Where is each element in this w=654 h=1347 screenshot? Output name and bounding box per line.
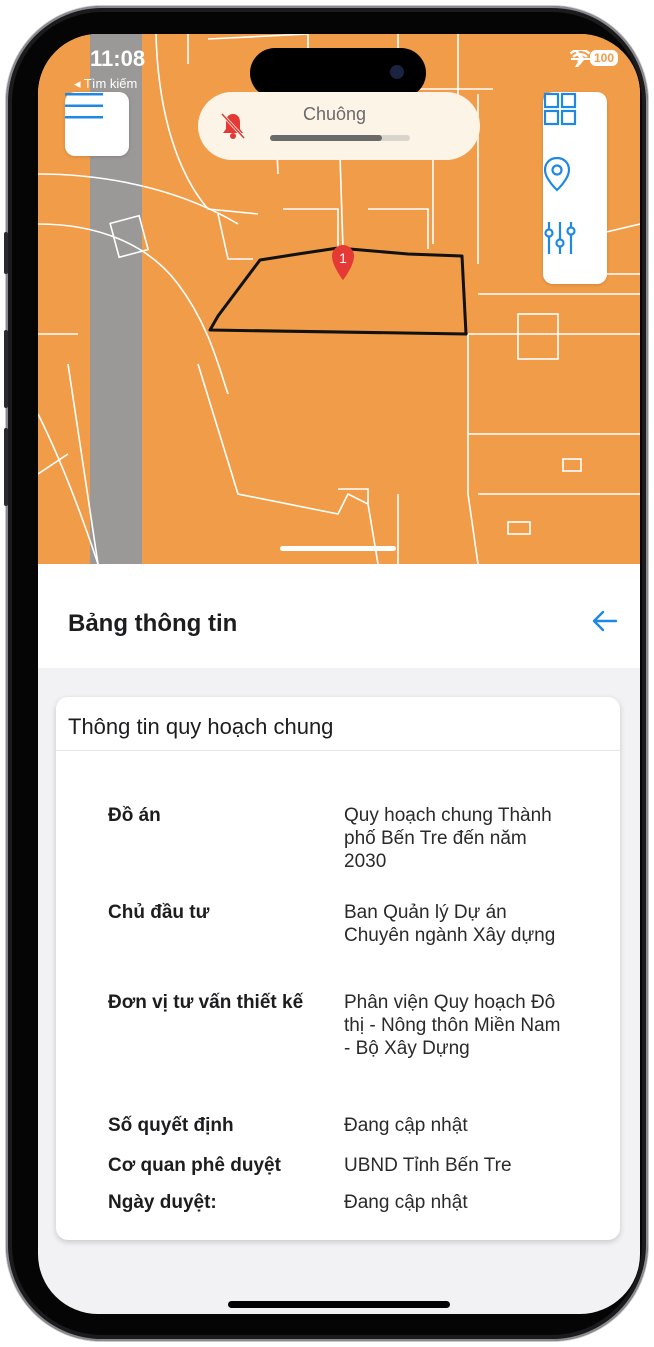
map-marker[interactable]: 1 (332, 245, 354, 280)
info-row-so-quyet-dinh: Số quyết định Đang cập nhật (108, 1114, 608, 1137)
grid-icon (543, 92, 577, 126)
info-label: Số quyết định (108, 1115, 234, 1136)
info-label: Đơn vị tư vấn thiết kế (108, 992, 304, 1013)
screen: 1 11:08 ◂ Tìm kiếm 100 Chuông Bảng thông… (38, 34, 640, 1314)
home-indicator[interactable] (228, 1301, 450, 1308)
battery-indicator: 100 (589, 50, 618, 66)
info-label: Ngày duyệt: (108, 1192, 217, 1213)
planning-map[interactable]: 1 11:08 ◂ Tìm kiếm 100 Chuông (38, 34, 640, 564)
info-label: Chủ đầu tư (108, 902, 210, 923)
planning-info-card: Thông tin quy hoạch chung Đồ án Quy hoạc… (56, 697, 620, 1240)
info-value: Phân viện Quy hoạch Đô thị - Nông thôn M… (344, 992, 561, 1059)
info-panel-header: Bảng thông tin (38, 564, 640, 668)
ringer-volume-fill (270, 135, 382, 141)
ringer-volume-bar (270, 135, 410, 141)
location-button[interactable] (543, 156, 607, 220)
info-value: Đang cập nhật (344, 1192, 468, 1213)
info-row-co-quan-phe-duyet: Cơ quan phê duyệt UBND Tỉnh Bến Tre (108, 1154, 608, 1177)
card-title: Thông tin quy hoạch chung (68, 714, 334, 739)
panel-title: Bảng thông tin (68, 610, 238, 637)
filter-button[interactable] (543, 220, 607, 284)
card-divider (56, 750, 620, 751)
info-row-chu-dau-tu: Chủ đầu tư Ban Quản lý Dự án Chuyên ngàn… (108, 901, 608, 947)
info-row-ngay-duyet: Ngày duyệt: Đang cập nhật (108, 1191, 608, 1214)
layers-button[interactable] (543, 92, 607, 156)
status-time: 11:08 (90, 46, 146, 71)
dynamic-island (250, 48, 426, 98)
ringer-hud: Chuông (198, 92, 480, 160)
sliders-icon (544, 222, 576, 254)
info-value: Đang cập nhật (344, 1115, 468, 1136)
sheet-drag-handle[interactable] (280, 546, 396, 551)
map-tools-panel (543, 92, 607, 284)
ringer-label: Chuông (303, 104, 367, 124)
info-value: Quy hoạch chung Thành phố Bến Tre đến nă… (344, 805, 552, 872)
map-marker-label: 1 (339, 250, 347, 266)
menu-button[interactable] (65, 92, 129, 156)
camera-icon (390, 65, 404, 79)
mute-switch (4, 232, 8, 274)
back-arrow-icon[interactable] (592, 610, 618, 637)
info-label: Cơ quan phê duyệt (108, 1155, 281, 1176)
volume-down-button (4, 428, 8, 506)
info-value: UBND Tỉnh Bến Tre (344, 1155, 512, 1176)
info-row-do-an: Đồ án Quy hoạch chung Thành phố Bến Tre … (108, 804, 608, 873)
info-row-don-vi-tu-van: Đơn vị tư vấn thiết kế Phân viện Quy hoạ… (108, 991, 608, 1060)
location-pin-icon (543, 156, 571, 192)
info-label: Đồ án (108, 805, 161, 826)
hamburger-icon (65, 93, 103, 119)
status-back-link[interactable]: ◂ Tìm kiếm (74, 76, 137, 92)
volume-up-button (4, 330, 8, 408)
status-icons: 100 (569, 50, 618, 67)
info-value: Ban Quản lý Dự án Chuyên ngành Xây dựng (344, 902, 556, 946)
